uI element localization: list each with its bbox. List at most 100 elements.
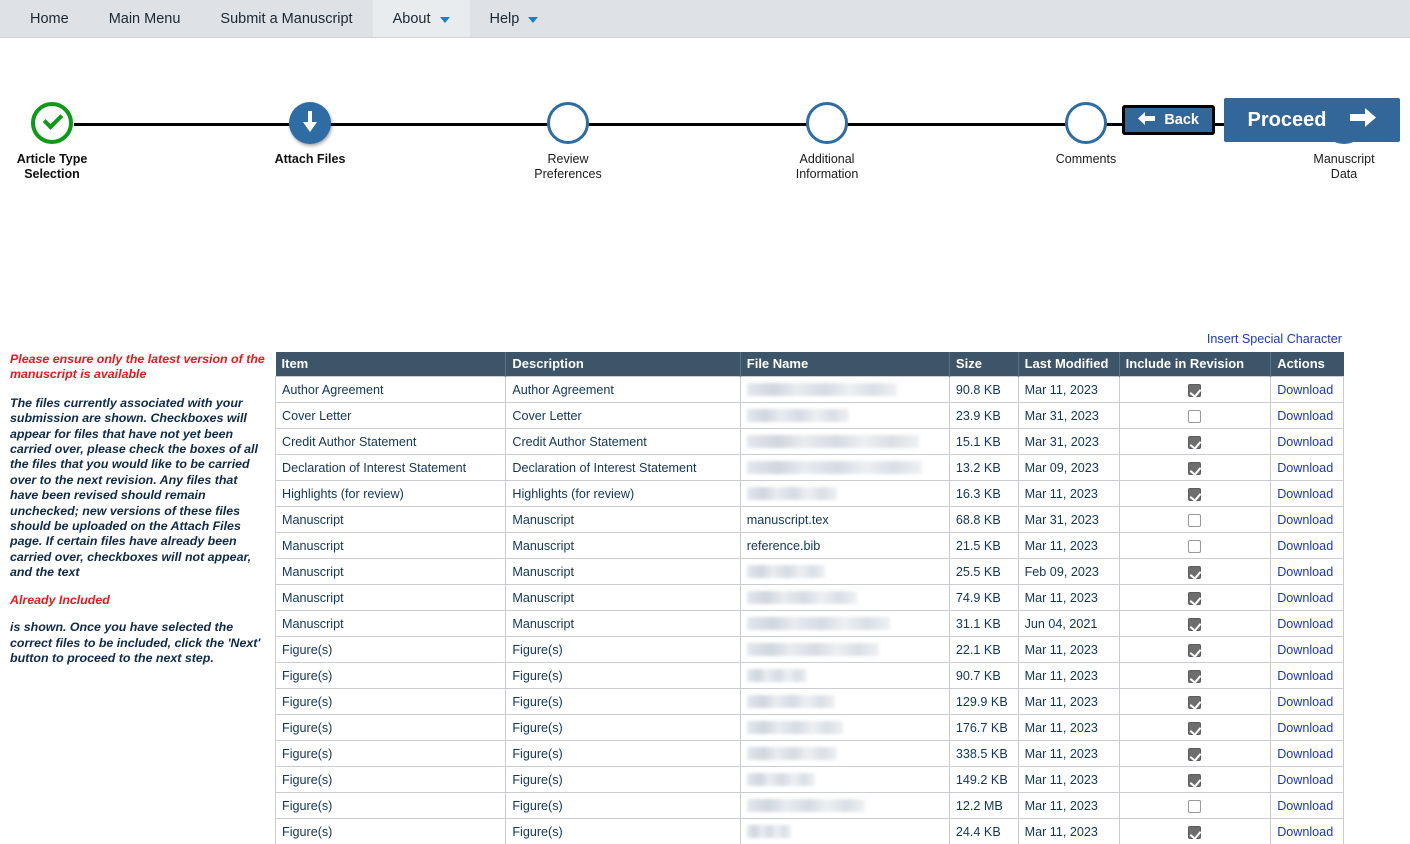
download-link[interactable]: Download xyxy=(1277,409,1333,423)
cell-include-in-revision xyxy=(1118,610,1272,637)
include-in-revision-checkbox[interactable] xyxy=(1188,669,1202,683)
cell-file-name xyxy=(739,480,950,507)
download-link[interactable]: Download xyxy=(1277,461,1333,475)
nav-item-home[interactable]: Home xyxy=(10,0,89,37)
cell-item: Figure(s) xyxy=(274,688,507,715)
proceed-button[interactable]: Proceed xyxy=(1224,98,1400,142)
redacted-file-name xyxy=(746,461,922,474)
table-row: Manuscript Manuscript 31.1 KB Jun 04, 2021 D… xyxy=(274,610,1344,637)
cell-description: Cover Letter xyxy=(505,402,741,429)
include-in-revision-checkbox[interactable] xyxy=(1188,773,1202,787)
redacted-file-name xyxy=(746,487,837,500)
cell-actions: Download xyxy=(1270,402,1344,429)
include-in-revision-checkbox[interactable] xyxy=(1188,409,1202,423)
back-button[interactable]: Back xyxy=(1122,105,1215,135)
cell-item: Manuscript xyxy=(274,584,507,611)
download-link[interactable]: Download xyxy=(1277,539,1333,553)
cell-actions: Download xyxy=(1270,480,1344,507)
step-attach-files[interactable]: Attach Files xyxy=(230,102,390,167)
include-in-revision-checkbox[interactable] xyxy=(1188,825,1202,839)
column-header-include-in-revision[interactable]: Include in Revision xyxy=(1119,352,1272,377)
include-in-revision-checkbox[interactable] xyxy=(1188,487,1202,501)
download-link[interactable]: Download xyxy=(1277,643,1333,657)
include-in-revision-checkbox[interactable] xyxy=(1188,383,1202,397)
cell-actions: Download xyxy=(1270,714,1344,741)
cell-actions: Download xyxy=(1270,532,1344,559)
cell-file-name xyxy=(739,688,950,715)
cell-description: Manuscript xyxy=(505,558,741,585)
cell-actions: Download xyxy=(1270,766,1344,793)
include-in-revision-checkbox[interactable] xyxy=(1188,695,1202,709)
download-link[interactable]: Download xyxy=(1277,721,1333,735)
download-link[interactable]: Download xyxy=(1277,565,1333,579)
table-row: Figure(s) Figure(s) 22.1 KB Mar 11, 2023 Dow… xyxy=(274,636,1344,663)
include-in-revision-checkbox[interactable] xyxy=(1188,565,1202,579)
cell-description: Figure(s) xyxy=(505,714,741,741)
download-link[interactable]: Download xyxy=(1277,383,1333,397)
include-in-revision-checkbox[interactable] xyxy=(1188,799,1202,813)
cell-item: Manuscript xyxy=(274,610,507,637)
nav-item-label: About xyxy=(392,10,431,27)
insert-special-character-link[interactable]: Insert Special Character xyxy=(1207,332,1342,346)
download-link[interactable]: Download xyxy=(1277,695,1333,709)
cell-last-modified: Mar 11, 2023 xyxy=(1017,766,1120,793)
column-header-description[interactable]: Description xyxy=(505,352,741,377)
download-link[interactable]: Download xyxy=(1277,825,1333,839)
cell-description: Figure(s) xyxy=(505,792,741,819)
include-in-revision-checkbox[interactable] xyxy=(1188,643,1202,657)
include-in-revision-checkbox[interactable] xyxy=(1188,539,1202,553)
cell-include-in-revision xyxy=(1118,428,1272,455)
cell-description: Figure(s) xyxy=(505,662,741,689)
download-link[interactable]: Download xyxy=(1277,513,1333,527)
cell-actions: Download xyxy=(1270,662,1344,689)
download-link[interactable]: Download xyxy=(1277,747,1333,761)
nav-item-main-menu[interactable]: Main Menu xyxy=(89,0,201,37)
nav-item-help[interactable]: Help xyxy=(470,0,559,37)
table-row: Figure(s) Figure(s) 176.7 KB Mar 11, 2023 Do… xyxy=(274,714,1344,741)
include-in-revision-checkbox[interactable] xyxy=(1188,721,1202,735)
cell-last-modified: Mar 31, 2023 xyxy=(1017,506,1120,533)
download-link[interactable]: Download xyxy=(1277,591,1333,605)
download-link[interactable]: Download xyxy=(1277,617,1333,631)
include-in-revision-checkbox[interactable] xyxy=(1188,747,1202,761)
nav-item-label: Submit a Manuscript xyxy=(220,10,353,27)
cell-description: Highlights (for review) xyxy=(505,480,741,507)
download-link[interactable]: Download xyxy=(1277,799,1333,813)
cell-last-modified: Mar 11, 2023 xyxy=(1017,818,1120,844)
cell-size: 149.2 KB xyxy=(948,766,1019,793)
table-row: Figure(s) Figure(s) 90.7 KB Mar 11, 2023 Dow… xyxy=(274,662,1344,689)
include-in-revision-checkbox[interactable] xyxy=(1188,591,1202,605)
cell-include-in-revision xyxy=(1118,636,1272,663)
column-header-last-modified[interactable]: Last Modified xyxy=(1018,352,1120,377)
cell-size: 25.5 KB xyxy=(948,558,1019,585)
include-in-revision-checkbox[interactable] xyxy=(1188,617,1202,631)
column-header-item[interactable]: Item xyxy=(275,352,507,377)
download-link[interactable]: Download xyxy=(1277,435,1333,449)
cell-last-modified: Mar 09, 2023 xyxy=(1017,454,1120,481)
cell-size: 90.8 KB xyxy=(948,376,1019,403)
cell-item: Figure(s) xyxy=(274,636,507,663)
download-link[interactable]: Download xyxy=(1277,669,1333,683)
step-article-type-selection[interactable]: Article Type Selection xyxy=(0,102,132,181)
include-in-revision-checkbox[interactable] xyxy=(1188,435,1202,449)
download-link[interactable]: Download xyxy=(1277,773,1333,787)
include-in-revision-checkbox[interactable] xyxy=(1188,513,1202,527)
step-additional-information[interactable]: Additional Information xyxy=(747,102,907,181)
cell-size: 23.9 KB xyxy=(948,402,1019,429)
column-header-size[interactable]: Size xyxy=(949,352,1019,377)
column-header-actions[interactable]: Actions xyxy=(1270,352,1344,377)
nav-item-submit-a-manuscript[interactable]: Submit a Manuscript xyxy=(200,0,372,37)
cell-description: Credit Author Statement xyxy=(505,428,741,455)
step-review-preferences[interactable]: Review Preferences xyxy=(488,102,648,181)
arrow-left-icon xyxy=(1138,111,1156,129)
cell-description: Figure(s) xyxy=(505,818,741,844)
cell-include-in-revision xyxy=(1118,714,1272,741)
include-in-revision-checkbox[interactable] xyxy=(1188,461,1202,475)
cell-file-name xyxy=(739,662,950,689)
column-header-file-name[interactable]: File Name xyxy=(740,352,950,377)
cell-last-modified: Mar 31, 2023 xyxy=(1017,402,1120,429)
cell-include-in-revision xyxy=(1118,792,1272,819)
form-action-buttons: Back Proceed xyxy=(1122,98,1400,142)
download-link[interactable]: Download xyxy=(1277,487,1333,501)
nav-item-about[interactable]: About xyxy=(372,0,470,37)
